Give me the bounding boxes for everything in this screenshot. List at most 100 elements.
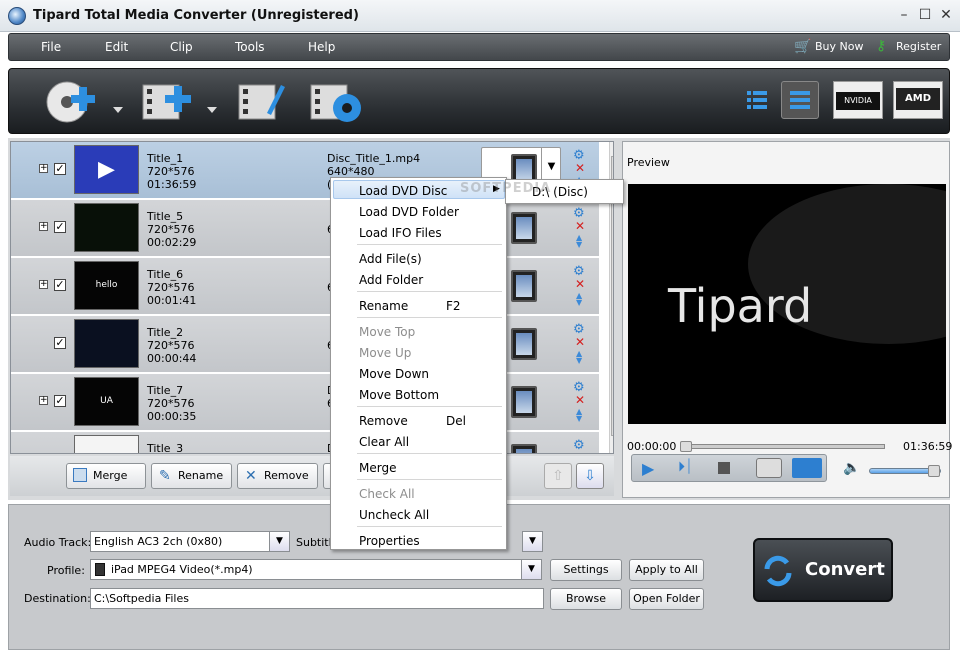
close-button[interactable]: ✕	[938, 7, 954, 23]
file-checkbox[interactable]: ✓	[54, 279, 66, 291]
file-checkbox[interactable]: ✓	[54, 163, 66, 175]
apply-to-all-button[interactable]: Apply to All	[629, 559, 704, 581]
ipad-icon[interactable]	[511, 444, 537, 453]
file-row[interactable]: +✓Title_5720*57600:02:296⚙✕▲▼	[11, 200, 599, 257]
convert-button[interactable]: Convert	[753, 538, 893, 602]
context-item-load-dvd-folder[interactable]: Load DVD Folder	[359, 205, 459, 219]
delete-icon[interactable]: ✕	[575, 277, 585, 291]
reorder-icon[interactable]: ▲▼	[576, 408, 582, 423]
file-checkbox[interactable]: ✓	[54, 337, 66, 349]
profile-combo[interactable]: iPad MPEG4 Video(*.mp4)	[90, 559, 522, 580]
menu-file[interactable]: File	[41, 40, 61, 54]
ipad-icon[interactable]	[511, 386, 537, 418]
file-checkbox[interactable]: ✓	[54, 453, 66, 454]
expand-icon[interactable]: +	[39, 222, 48, 231]
scroll-up-icon[interactable]: ▲	[613, 144, 614, 153]
profile-dropdown-icon[interactable]: ▼	[521, 559, 542, 580]
context-item-add-folder[interactable]: Add Folder	[359, 273, 423, 287]
step-forward-button[interactable]: ⏵⏐	[678, 459, 693, 475]
folder-button[interactable]	[792, 458, 822, 478]
file-duration: 00:00:35	[147, 410, 197, 423]
detail-view-button[interactable]	[781, 81, 819, 119]
file-resolution: 720*576	[147, 397, 195, 410]
audio-track-combo[interactable]: English AC3 2ch (0x80)	[90, 531, 270, 552]
minimize-button[interactable]: –	[896, 7, 912, 23]
file-checkbox[interactable]: ✓	[54, 395, 66, 407]
delete-icon[interactable]: ✕	[575, 161, 585, 175]
file-thumbnail	[74, 319, 139, 368]
add-disc-button[interactable]	[45, 79, 123, 125]
browse-button[interactable]: Browse	[550, 588, 622, 610]
seek-handle[interactable]	[680, 441, 692, 452]
context-item-remove[interactable]: Remove	[359, 414, 408, 428]
audio-track-dropdown-icon[interactable]: ▼	[269, 531, 290, 552]
file-duration: 00:00:44	[147, 352, 197, 365]
reorder-icon[interactable]: ▲▼	[576, 292, 582, 307]
context-item-rename[interactable]: Rename	[359, 299, 408, 313]
ipad-icon[interactable]	[511, 212, 537, 244]
video-settings-button[interactable]	[309, 79, 361, 125]
menu-edit[interactable]: Edit	[105, 40, 128, 54]
rename-button[interactable]: ✎ Rename	[151, 463, 232, 489]
open-folder-button[interactable]: Open Folder	[629, 588, 704, 610]
play-button[interactable]: ▶	[642, 459, 654, 478]
list-view-button[interactable]	[745, 87, 771, 113]
context-item-load-dvd-disc[interactable]: Load DVD Disc	[359, 184, 447, 198]
playback-controls: ▶ ⏵⏐	[631, 454, 827, 482]
nvidia-badge[interactable]: NVIDIA	[833, 81, 883, 119]
register-link[interactable]: Register	[896, 40, 941, 53]
context-item-properties[interactable]: Properties	[359, 534, 420, 548]
key-icon[interactable]: ⚷	[876, 38, 886, 54]
file-checkbox[interactable]: ✓	[54, 221, 66, 233]
context-separator	[357, 317, 502, 318]
context-item-move-bottom[interactable]: Move Bottom	[359, 388, 439, 402]
delete-icon[interactable]: ✕	[575, 219, 585, 233]
remove-button[interactable]: ✕ Remove	[237, 463, 318, 489]
delete-icon[interactable]: ✕	[575, 335, 585, 349]
buy-now-link[interactable]: Buy Now	[815, 40, 863, 53]
scroll-grip-icon: ≡	[613, 260, 614, 270]
add-video-button[interactable]	[141, 79, 217, 125]
context-item-add-file-s[interactable]: Add File(s)	[359, 252, 422, 266]
scroll-down-icon[interactable]: ▼	[613, 442, 614, 451]
ipad-icon[interactable]	[511, 270, 537, 302]
file-row[interactable]: +✓UATitle_7720*57600:00:35D6⚙✕▲▼	[11, 374, 599, 431]
volume-handle[interactable]	[928, 465, 940, 477]
move-up-button[interactable]: ⇧	[544, 463, 572, 489]
context-item-move-down[interactable]: Move Down	[359, 367, 429, 381]
subtitle-dropdown-icon[interactable]: ▼	[522, 531, 543, 552]
expand-icon[interactable]: +	[39, 164, 48, 173]
seek-bar[interactable]	[680, 441, 885, 452]
context-item-clear-all[interactable]: Clear All	[359, 435, 409, 449]
stop-button[interactable]	[718, 462, 730, 474]
destination-field[interactable]: C:\Softpedia Files	[90, 588, 544, 609]
context-item-load-ifo-files[interactable]: Load IFO Files	[359, 226, 442, 240]
reorder-icon[interactable]: ▲▼	[576, 234, 582, 249]
file-row[interactable]: ✓Title_3D⚙✕▲▼	[11, 432, 599, 454]
expand-icon[interactable]: +	[39, 280, 48, 289]
move-down-button[interactable]: ⇩	[576, 463, 604, 489]
menu-help[interactable]: Help	[308, 40, 335, 54]
merge-button[interactable]: Merge	[66, 463, 146, 489]
file-row[interactable]: ✓Title_2720*57600:00:446⚙✕▲▼	[11, 316, 599, 373]
maximize-button[interactable]: ☐	[917, 7, 933, 23]
file-row[interactable]: +✓helloTitle_6720*57600:01:416⚙✕▲▼	[11, 258, 599, 315]
snapshot-button[interactable]	[756, 458, 782, 478]
menu-clip[interactable]: Clip	[170, 40, 193, 54]
cart-icon[interactable]: 🛒	[794, 39, 811, 55]
ipad-icon[interactable]	[511, 328, 537, 360]
expand-icon[interactable]: +	[39, 396, 48, 405]
context-item-uncheck-all[interactable]: Uncheck All	[359, 508, 429, 522]
edit-video-button[interactable]	[237, 79, 285, 125]
volume-slider[interactable]	[869, 465, 941, 477]
volume-icon[interactable]: 🔈	[843, 460, 860, 476]
delete-icon[interactable]: ✕	[575, 451, 585, 453]
delete-icon[interactable]: ✕	[575, 393, 585, 407]
amd-badge[interactable]: AMD	[893, 81, 943, 119]
menu-tools[interactable]: Tools	[235, 40, 265, 54]
file-thumbnail: hello	[74, 261, 139, 310]
reorder-icon[interactable]: ▲▼	[576, 350, 582, 365]
settings-button[interactable]: Settings	[550, 559, 622, 581]
context-item-merge[interactable]: Merge	[359, 461, 396, 475]
app-icon	[8, 7, 26, 25]
